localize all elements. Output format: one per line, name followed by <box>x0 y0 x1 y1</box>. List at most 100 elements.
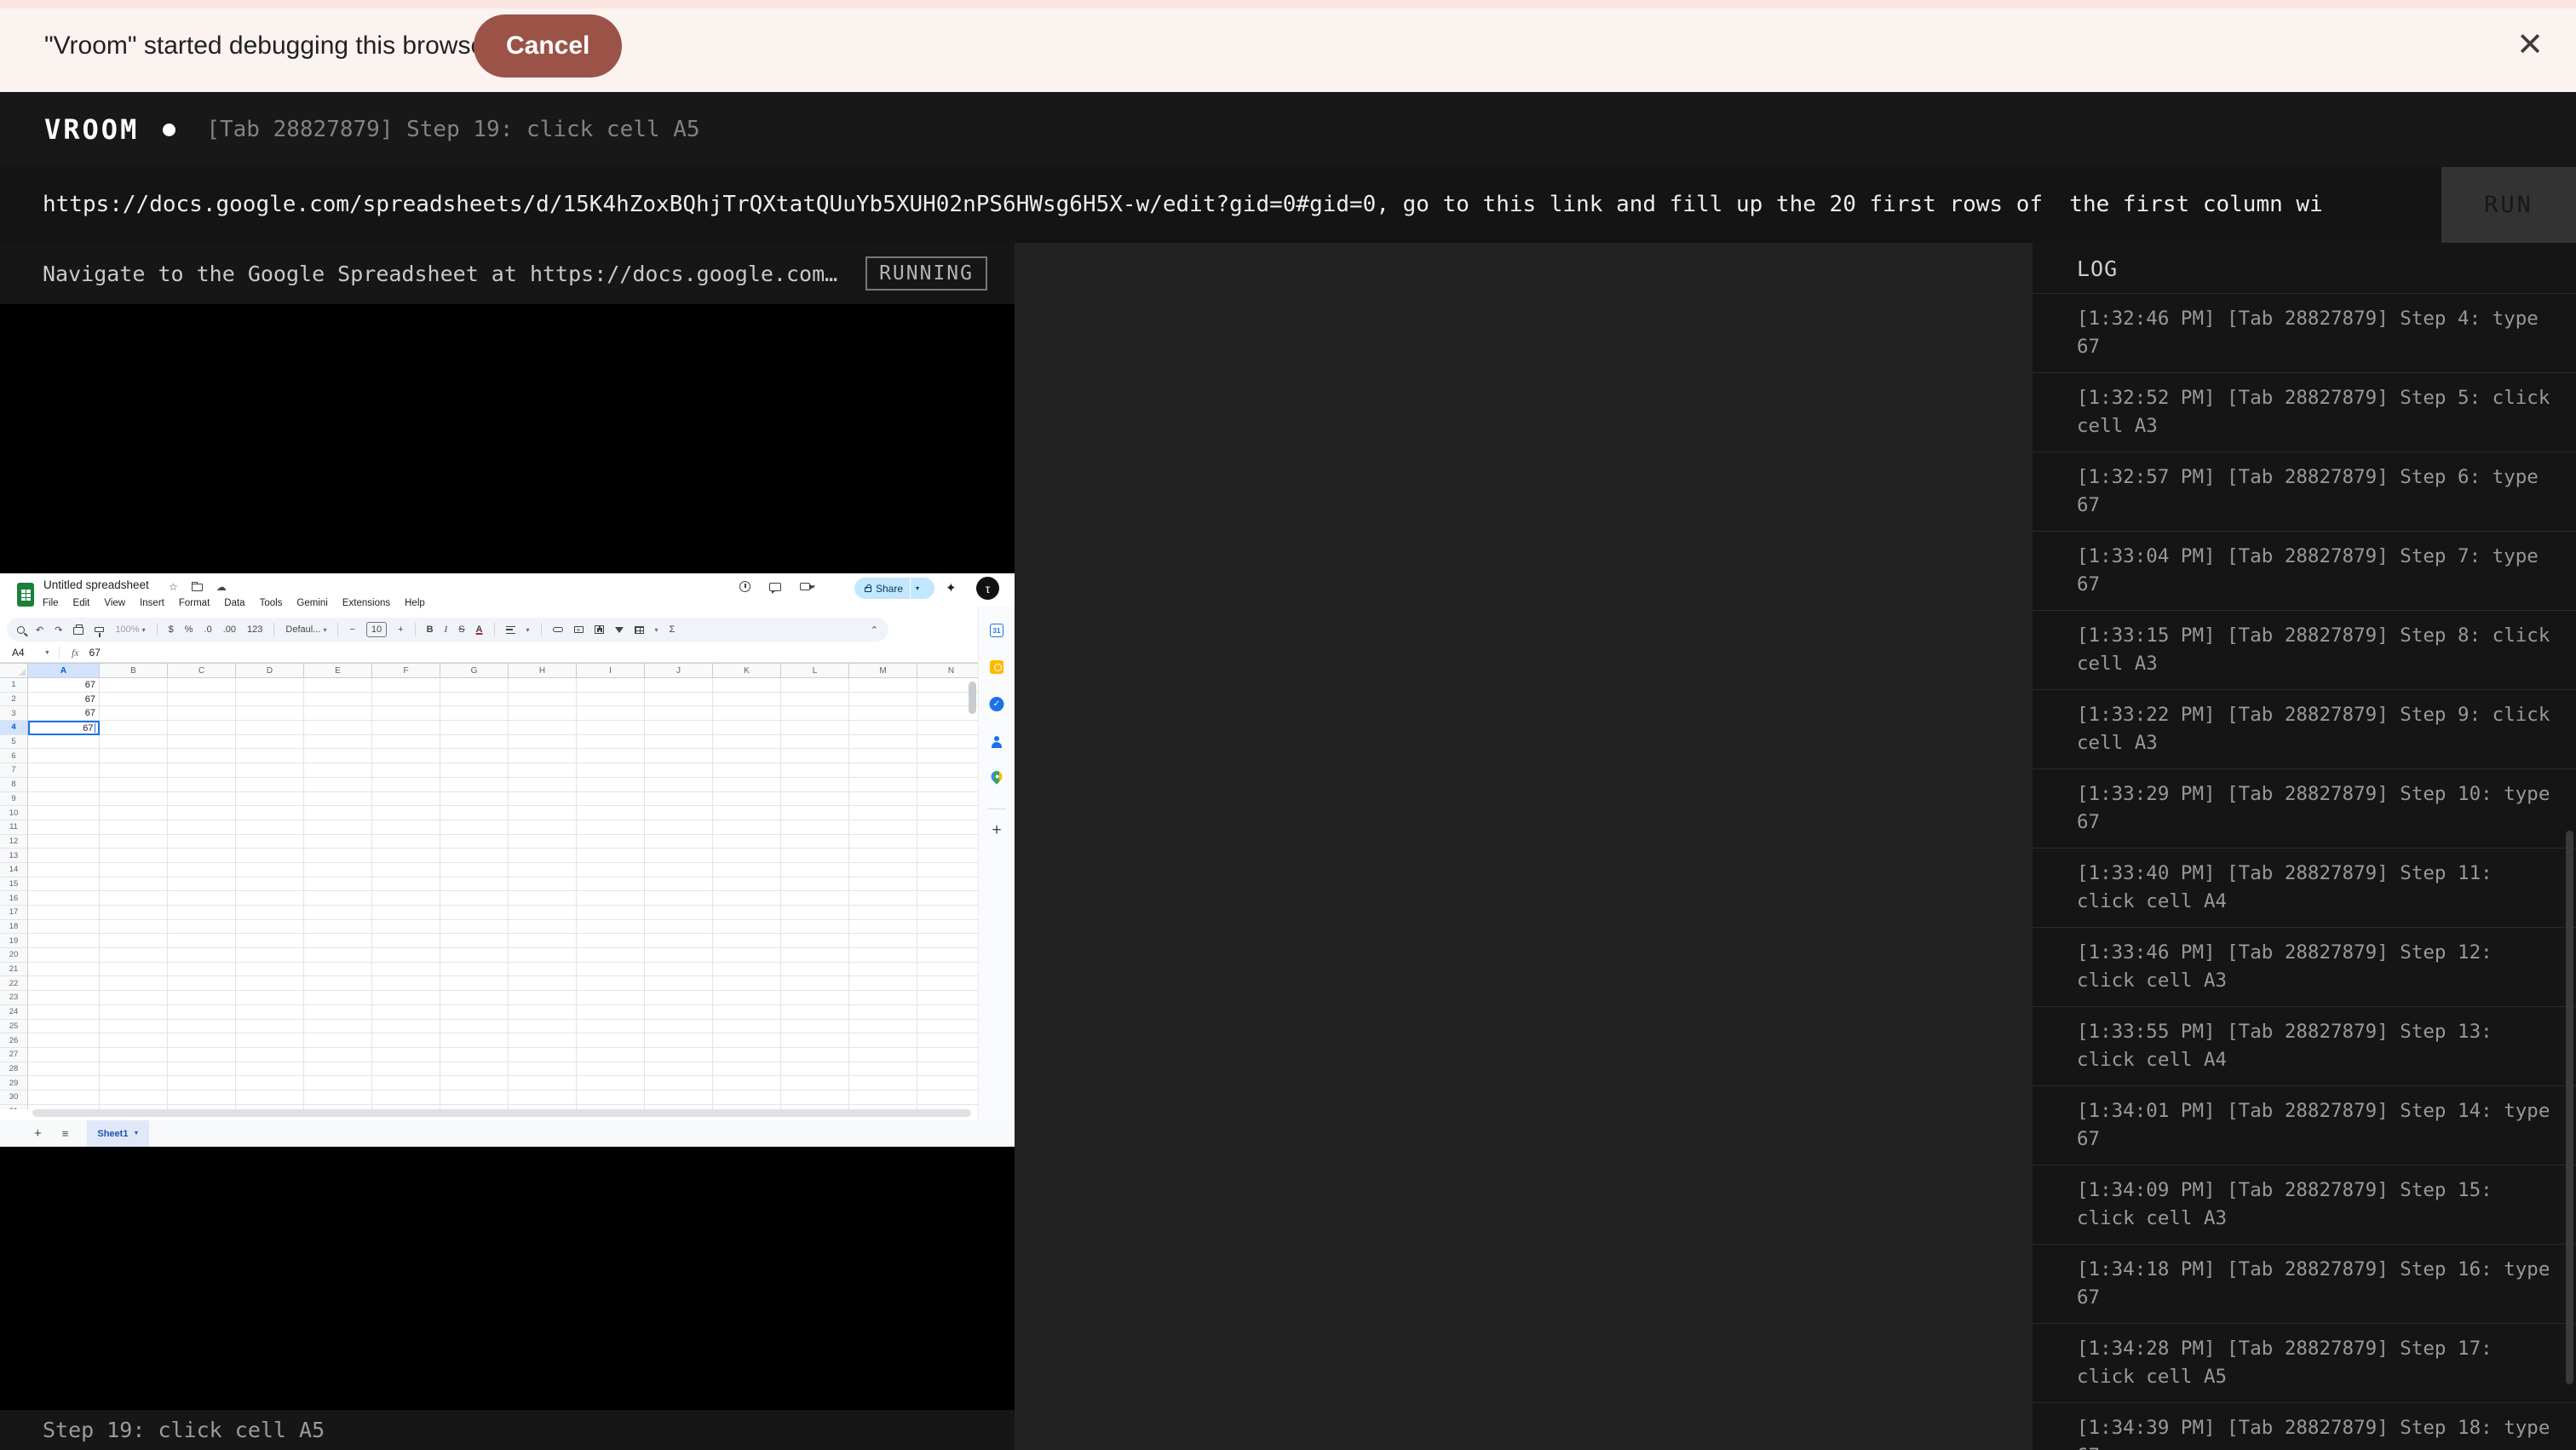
cell-E11[interactable] <box>304 820 372 835</box>
cell-I30[interactable] <box>577 1090 645 1105</box>
column-header-F[interactable]: F <box>372 663 440 678</box>
cell-I8[interactable] <box>577 778 645 792</box>
cell-B25[interactable] <box>100 1020 168 1034</box>
cell-N8[interactable] <box>917 778 978 792</box>
font-size-input[interactable]: 10 <box>366 622 387 637</box>
cell-M14[interactable] <box>849 863 917 877</box>
select-all-corner[interactable] <box>0 663 28 678</box>
cell-D17[interactable] <box>236 906 304 920</box>
menu-item-insert[interactable]: Insert <box>140 598 164 608</box>
cell-A12[interactable] <box>28 835 100 849</box>
row-header-15[interactable]: 15 <box>0 877 28 892</box>
cell-D13[interactable] <box>236 849 304 863</box>
cell-K13[interactable] <box>713 849 781 863</box>
cell-E17[interactable] <box>304 906 372 920</box>
cell-C3[interactable] <box>168 706 236 721</box>
keep-icon[interactable] <box>990 660 1003 674</box>
cell-B30[interactable] <box>100 1090 168 1105</box>
insert-chart-icon[interactable] <box>595 625 604 634</box>
cell-C5[interactable] <box>168 735 236 750</box>
cell-H3[interactable] <box>509 706 577 721</box>
cell-A3[interactable]: 67 <box>28 706 100 721</box>
cell-G3[interactable] <box>440 706 509 721</box>
cell-L11[interactable] <box>781 820 849 835</box>
cell-D5[interactable] <box>236 735 304 750</box>
cell-H14[interactable] <box>509 863 577 877</box>
cell-B12[interactable] <box>100 835 168 849</box>
cell-L7[interactable] <box>781 763 849 778</box>
cell-K18[interactable] <box>713 920 781 935</box>
cell-G23[interactable] <box>440 991 509 1005</box>
cell-N7[interactable] <box>917 763 978 778</box>
cell-J24[interactable] <box>645 1005 713 1020</box>
cell-F23[interactable] <box>372 991 440 1005</box>
cell-N21[interactable] <box>917 963 978 977</box>
cell-N24[interactable] <box>917 1005 978 1020</box>
sheet-tab[interactable]: Sheet1 ▼ <box>87 1120 149 1147</box>
italic-button[interactable]: I <box>445 624 448 635</box>
cell-N25[interactable] <box>917 1020 978 1034</box>
cell-E16[interactable] <box>304 891 372 906</box>
cell-N26[interactable] <box>917 1033 978 1048</box>
cell-K2[interactable] <box>713 693 781 707</box>
cell-N4[interactable] <box>917 721 978 735</box>
star-icon[interactable]: ☆ <box>169 581 178 593</box>
cell-B22[interactable] <box>100 976 168 991</box>
cell-N30[interactable] <box>917 1090 978 1105</box>
move-folder-icon[interactable] <box>192 584 203 591</box>
cell-M26[interactable] <box>849 1033 917 1048</box>
cell-A1[interactable]: 67 <box>28 678 100 693</box>
cell-J20[interactable] <box>645 948 713 963</box>
cell-M12[interactable] <box>849 835 917 849</box>
cell-C13[interactable] <box>168 849 236 863</box>
cell-H11[interactable] <box>509 820 577 835</box>
cell-F21[interactable] <box>372 963 440 977</box>
cell-M8[interactable] <box>849 778 917 792</box>
cell-G24[interactable] <box>440 1005 509 1020</box>
cell-I12[interactable] <box>577 835 645 849</box>
cell-G12[interactable] <box>440 835 509 849</box>
sheet-tab-caret-icon[interactable]: ▼ <box>133 1131 139 1136</box>
gemini-sparkle-icon[interactable]: ✦ <box>946 580 957 596</box>
cell-K16[interactable] <box>713 891 781 906</box>
cell-H13[interactable] <box>509 849 577 863</box>
cell-N16[interactable] <box>917 891 978 906</box>
cell-N17[interactable] <box>917 906 978 920</box>
cell-G18[interactable] <box>440 920 509 935</box>
cell-N19[interactable] <box>917 934 978 948</box>
cell-I11[interactable] <box>577 820 645 835</box>
cell-M9[interactable] <box>849 792 917 807</box>
cell-L10[interactable] <box>781 806 849 820</box>
cell-I23[interactable] <box>577 991 645 1005</box>
cell-E5[interactable] <box>304 735 372 750</box>
cell-F22[interactable] <box>372 976 440 991</box>
cell-C22[interactable] <box>168 976 236 991</box>
cell-L30[interactable] <box>781 1090 849 1105</box>
row-header-18[interactable]: 18 <box>0 920 28 935</box>
cell-C2[interactable] <box>168 693 236 707</box>
cell-G14[interactable] <box>440 863 509 877</box>
cell-J17[interactable] <box>645 906 713 920</box>
cell-D4[interactable] <box>236 721 304 735</box>
cell-F10[interactable] <box>372 806 440 820</box>
cell-F8[interactable] <box>372 778 440 792</box>
row-header-30[interactable]: 30 <box>0 1090 28 1105</box>
cell-L3[interactable] <box>781 706 849 721</box>
cell-N29[interactable] <box>917 1076 978 1090</box>
cell-L13[interactable] <box>781 849 849 863</box>
cell-L15[interactable] <box>781 877 849 892</box>
cell-C10[interactable] <box>168 806 236 820</box>
filter-icon[interactable] <box>615 627 624 633</box>
cell-B14[interactable] <box>100 863 168 877</box>
cell-B18[interactable] <box>100 920 168 935</box>
cell-D18[interactable] <box>236 920 304 935</box>
cell-F12[interactable] <box>372 835 440 849</box>
cell-B9[interactable] <box>100 792 168 807</box>
cell-B17[interactable] <box>100 906 168 920</box>
cell-M27[interactable] <box>849 1048 917 1062</box>
cell-D26[interactable] <box>236 1033 304 1048</box>
percent-button[interactable]: % <box>185 624 193 635</box>
cell-C19[interactable] <box>168 934 236 948</box>
cell-M17[interactable] <box>849 906 917 920</box>
cell-H15[interactable] <box>509 877 577 892</box>
